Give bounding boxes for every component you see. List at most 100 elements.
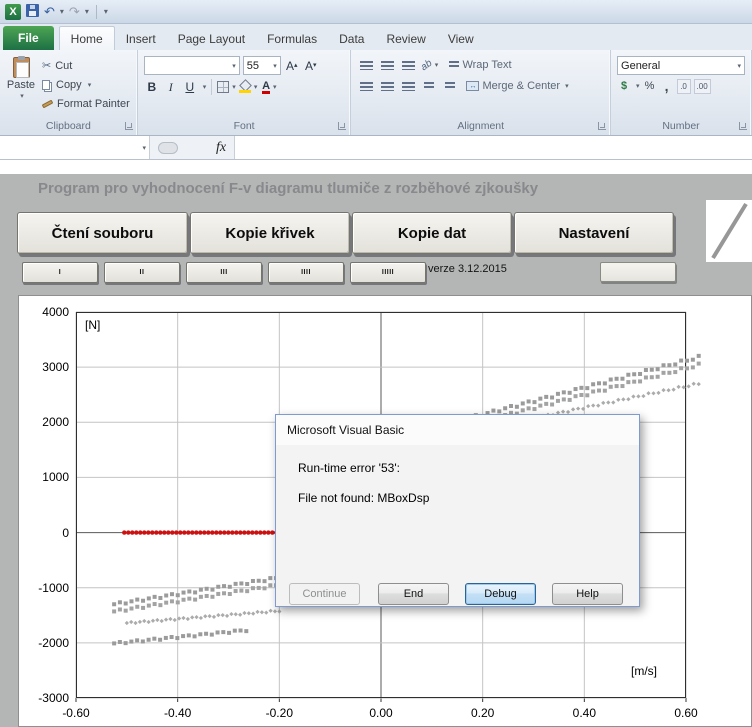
italic-button[interactable]: I: [163, 78, 179, 96]
paste-button[interactable]: Paste ▾: [0, 55, 42, 112]
clipboard-group-label: Clipboard: [0, 120, 137, 132]
paste-label: Paste: [7, 79, 35, 91]
chevron-down-icon: ▾: [273, 62, 277, 70]
cell-row[interactable]: [0, 160, 752, 174]
tab-formulas[interactable]: Formulas: [256, 27, 328, 50]
underline-dropdown-icon[interactable]: ▾: [203, 83, 207, 91]
decrease-indent-button[interactable]: [420, 77, 438, 95]
format-painter-icon: [42, 99, 54, 108]
shrink-font-button[interactable]: A▾: [303, 57, 319, 75]
orientation-button[interactable]: ab▾: [420, 56, 438, 74]
borders-icon: [217, 81, 229, 93]
font-color-button[interactable]: A▾: [260, 78, 278, 96]
sheet-button-1[interactable]: Čtení souboru: [17, 212, 188, 254]
dialog-button-help[interactable]: Help: [552, 583, 623, 605]
x-tick-label: 0.20: [461, 706, 505, 720]
insert-function-button[interactable]: fx: [216, 140, 226, 156]
wrap-text-icon: [449, 61, 459, 69]
align-top-button[interactable]: [357, 56, 375, 74]
name-box[interactable]: ▾: [0, 136, 150, 159]
underline-button[interactable]: U: [182, 78, 198, 96]
chevron-down-icon: ▾: [273, 83, 277, 91]
error-line-1: Run-time error '53':: [298, 461, 400, 475]
tab-home[interactable]: Home: [59, 26, 115, 51]
percent-style-button[interactable]: %: [643, 80, 657, 92]
excel-app-icon[interactable]: X: [5, 4, 21, 20]
align-left-icon: [360, 82, 373, 91]
undo-icon[interactable]: ↶: [44, 5, 55, 19]
formula-input[interactable]: [234, 136, 752, 159]
number-dialog-launcher-icon[interactable]: [739, 122, 747, 130]
number-group-label: Number: [611, 120, 751, 132]
wrap-text-button[interactable]: Wrap Text: [449, 59, 511, 71]
y-tick-label: 4000: [21, 305, 69, 319]
chevron-down-icon: ▾: [435, 61, 439, 69]
align-center-icon: [381, 82, 394, 91]
decrease-decimal-button[interactable]: .00: [694, 79, 711, 94]
grow-font-button[interactable]: A▴: [284, 57, 300, 75]
chevron-down-icon[interactable]: ▾: [142, 144, 146, 152]
small-button-5[interactable]: IIIII: [350, 262, 426, 283]
font-dialog-launcher-icon[interactable]: [338, 122, 346, 130]
dialog-button-end[interactable]: End: [378, 583, 449, 605]
font-size-value: 55: [247, 60, 259, 72]
quick-access-customize-icon[interactable]: ▾: [104, 7, 108, 16]
comma-style-button[interactable]: ,: [660, 78, 674, 94]
chevron-down-icon: ▾: [738, 62, 742, 70]
font-color-icon: A: [262, 81, 270, 94]
clipboard-dialog-launcher-icon[interactable]: [125, 122, 133, 130]
copy-label: Copy: [56, 79, 82, 91]
align-left-button[interactable]: [357, 77, 375, 95]
small-button-4[interactable]: IIII: [268, 262, 344, 283]
increase-decimal-button[interactable]: .0: [677, 79, 691, 94]
error-line-2: File not found: MBoxDsp: [298, 491, 429, 505]
formula-bar: ▾ fx: [0, 136, 752, 160]
sheet-button-2[interactable]: Kopie křivek: [190, 212, 350, 254]
align-center-button[interactable]: [378, 77, 396, 95]
save-icon[interactable]: [26, 4, 39, 20]
font-size-select[interactable]: 55 ▾: [243, 56, 281, 75]
small-button-2[interactable]: II: [104, 262, 180, 283]
x-tick-label: 0.00: [359, 706, 403, 720]
align-middle-icon: [381, 61, 394, 70]
chevron-down-icon: ▾: [232, 62, 236, 70]
alignment-dialog-launcher-icon[interactable]: [598, 122, 606, 130]
ribbon-group-clipboard: Paste ▾ ✂ Cut Copy ▾ Format Pai: [0, 50, 138, 135]
copy-button[interactable]: Copy ▾: [42, 76, 130, 93]
sheet-title: Program pro vyhodnocení F-v diagramu tlu…: [38, 180, 538, 197]
tab-page-layout[interactable]: Page Layout: [167, 27, 256, 50]
dialog-button-debug[interactable]: Debug: [465, 583, 536, 605]
tab-view[interactable]: View: [437, 27, 485, 50]
decrease-indent-icon: [424, 82, 434, 90]
dialog-button-continue[interactable]: Continue: [289, 583, 360, 605]
cancel-enter-area: [158, 142, 178, 154]
bold-button[interactable]: B: [144, 78, 160, 96]
number-format-select[interactable]: General ▾: [617, 56, 745, 75]
font-name-select[interactable]: ▾: [144, 56, 240, 75]
fill-color-button[interactable]: ▾: [239, 78, 258, 96]
cut-button[interactable]: ✂ Cut: [42, 57, 130, 74]
accounting-format-button[interactable]: $: [617, 80, 631, 92]
align-right-button[interactable]: [399, 77, 417, 95]
align-middle-button[interactable]: [378, 56, 396, 74]
redo-dropdown-icon[interactable]: ▾: [85, 7, 89, 16]
tab-review[interactable]: Review: [375, 27, 436, 50]
blank-button[interactable]: [600, 262, 676, 282]
tab-insert[interactable]: Insert: [115, 27, 167, 50]
y-tick-label: 1000: [21, 470, 69, 484]
align-bottom-button[interactable]: [399, 56, 417, 74]
tab-file[interactable]: File: [3, 26, 54, 50]
fill-color-icon: [239, 81, 251, 93]
tab-data[interactable]: Data: [328, 27, 375, 50]
borders-button[interactable]: ▾: [217, 78, 236, 96]
merge-center-button[interactable]: ↔ Merge & Center ▾: [466, 80, 568, 92]
sheet-button-4[interactable]: Nastavení: [514, 212, 674, 254]
excel-window: X ↶ ▾ ↷ ▾ ▾ FileHomeInsertPage LayoutFor…: [0, 0, 752, 727]
redo-icon[interactable]: ↷: [69, 5, 80, 19]
format-painter-button[interactable]: Format Painter: [42, 95, 130, 112]
sheet-button-3[interactable]: Kopie dat: [352, 212, 512, 254]
small-button-3[interactable]: III: [186, 262, 262, 283]
small-button-1[interactable]: I: [22, 262, 98, 283]
undo-dropdown-icon[interactable]: ▾: [60, 7, 64, 16]
increase-indent-button[interactable]: [441, 77, 459, 95]
